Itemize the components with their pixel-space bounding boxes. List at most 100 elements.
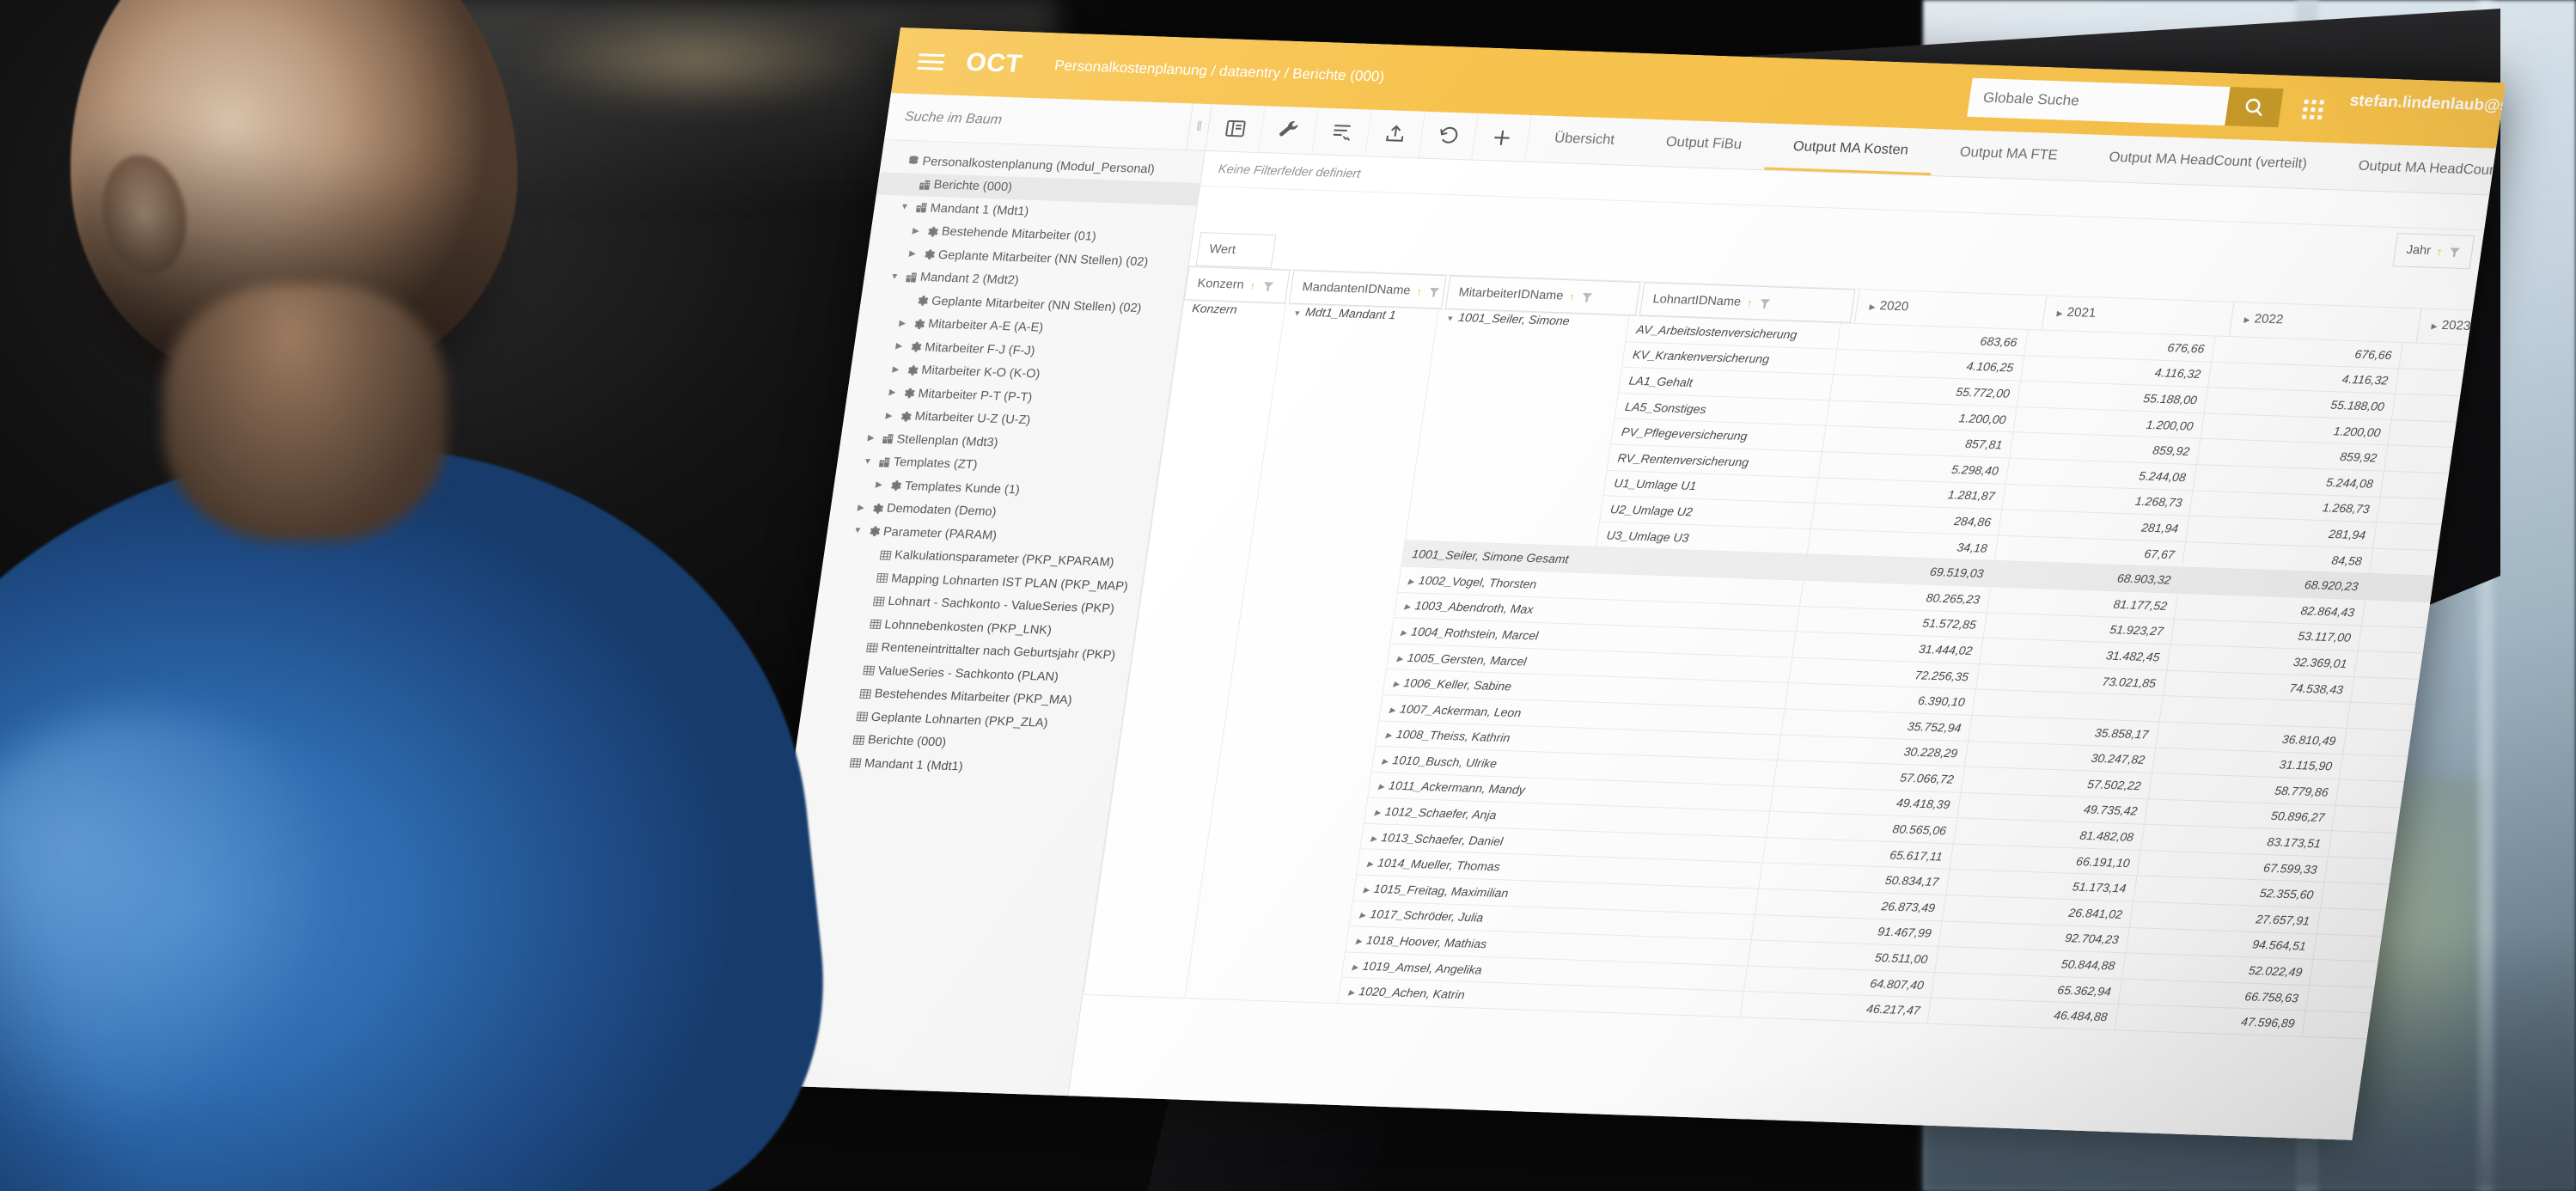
value-cell[interactable]: 27.65 — [2504, 914, 2506, 947]
report-button[interactable] — [1206, 104, 1266, 153]
chevron-right-icon[interactable]: ▶ — [885, 388, 900, 398]
chevron-down-icon[interactable]: ▼ — [887, 272, 902, 281]
search-input[interactable] — [1966, 77, 2231, 126]
caret-placeholder — [845, 669, 859, 670]
expand-row-icon[interactable]: ▶ — [1407, 577, 1414, 585]
expand-row-icon[interactable]: ▶ — [1400, 628, 1407, 637]
tab-output-fibu[interactable]: Output FiBu — [1637, 119, 1771, 169]
expand-row-icon[interactable]: ▶ — [1359, 911, 1366, 919]
chevron-right-icon[interactable]: ▶ — [905, 249, 920, 259]
expand-row-icon[interactable]: ▼ — [1293, 308, 1302, 317]
year-column-header[interactable]: ▶ 2021 — [2041, 296, 2234, 337]
expand-row-icon[interactable]: ▶ — [1393, 680, 1400, 688]
mitarbeiter-cell[interactable]: ▼ 1001_Seiler, Simone — [1405, 308, 1630, 547]
tree-node-label: Geplante Mitarbeiter (NN Stellen) (02) — [931, 294, 1143, 315]
expand-row-icon[interactable]: ▶ — [1352, 962, 1358, 971]
chevron-right-icon[interactable]: ▶ — [871, 480, 887, 490]
value-cell[interactable]: 47.59 — [2488, 1017, 2506, 1050]
year-column-header[interactable]: ▶ 2020 — [1853, 289, 2047, 330]
tab-output-ma-kosten[interactable]: Output MA Kosten — [1763, 123, 1938, 176]
chevron-down-icon[interactable]: ▼ — [860, 456, 876, 467]
axis-chip-mandantenidname[interactable]: MandantenIDName ↑ — [1288, 270, 1447, 309]
sort-ascending-icon[interactable]: ↑ — [1415, 284, 1423, 297]
pivot-grid[interactable]: Konzern ▼ Mdt1_Mandant 1 ▼ 1001_Seiler, Simo… — [1083, 300, 2506, 1050]
mitarbeiter-label: 1001_Seiler, Simone — [1457, 310, 1571, 328]
tab-output-ma-headcount-verteilt[interactable]: Output MA HeadCount (verteilt) — [2080, 134, 2336, 189]
year-column-header[interactable]: ▶ 2022 — [2228, 302, 2421, 343]
selection-button[interactable] — [1312, 107, 1372, 156]
chevron-down-icon[interactable]: ▼ — [897, 203, 913, 212]
filter-button[interactable] — [1580, 290, 1595, 303]
axis-chip-mitarbeiteridname[interactable]: MitarbeiterIDName ↑ — [1444, 275, 1641, 316]
employee-label: 1010_Busch, Ulrike — [1391, 753, 1499, 771]
tree-node-label: Mitarbeiter F-J (F-J) — [924, 340, 1036, 358]
table-icon — [858, 664, 879, 677]
filter-button[interactable] — [2447, 245, 2462, 258]
history-button[interactable] — [1419, 111, 1479, 160]
value-cell[interactable]: 52.02 — [2496, 966, 2506, 999]
oct-application: OCT Personalkostenplanung / dataentry / … — [747, 27, 2506, 1140]
chevron-right-icon[interactable]: ▶ — [894, 319, 910, 328]
chevron-right-icon[interactable]: ▶ — [892, 342, 907, 351]
app-grid-icon[interactable] — [2301, 99, 2324, 119]
employee-label: 1004_Rothstein, Marcel — [1410, 624, 1540, 643]
caret-placeholder — [858, 577, 872, 578]
person-neck — [163, 284, 447, 541]
tab-label: Output FiBu — [1664, 133, 1743, 152]
expand-row-icon[interactable]: ▶ — [1370, 834, 1377, 843]
axis-chip-jahr[interactable]: Jahr ↑ — [2392, 233, 2475, 270]
expand-column-icon[interactable]: ▶ — [1869, 302, 1876, 311]
chevron-right-icon[interactable]: ▶ — [864, 434, 879, 443]
expand-row-icon[interactable]: ▶ — [1366, 860, 1373, 869]
export-button[interactable] — [1365, 109, 1425, 158]
expand-row-icon[interactable]: ▶ — [1396, 654, 1403, 663]
sort-ascending-icon[interactable]: ↑ — [2436, 245, 2444, 258]
filter-button[interactable] — [1427, 285, 1442, 298]
chevron-right-icon[interactable]: ▶ — [888, 364, 904, 375]
chevron-down-icon[interactable]: ▼ — [850, 526, 865, 535]
filter-button[interactable] — [1757, 296, 1772, 309]
sort-ascending-icon[interactable]: ↑ — [1746, 296, 1754, 309]
value-chip[interactable]: Wert — [1195, 232, 1277, 269]
expand-row-icon[interactable]: ▶ — [1348, 988, 1355, 997]
filter-button[interactable] — [1261, 279, 1275, 292]
expand-row-icon[interactable]: ▶ — [1385, 731, 1392, 740]
value-cell[interactable]: 47.596,89 — [2301, 1011, 2494, 1043]
tab-bersicht[interactable]: Übersicht — [1525, 115, 1644, 165]
tab-output-ma-headcount[interactable]: Output MA HeadCount — [2329, 143, 2506, 196]
value-cell[interactable]: 46.217,47 — [1739, 991, 1932, 1024]
photo-scene: OCT Personalkostenplanung / dataentry / … — [0, 0, 2576, 1191]
expand-column-icon[interactable]: ▶ — [2243, 315, 2250, 324]
expand-column-icon[interactable]: ▶ — [2431, 322, 2438, 331]
expand-row-icon[interactable]: ▶ — [1377, 783, 1384, 791]
sort-ascending-icon[interactable]: ↑ — [1249, 279, 1257, 292]
collapse-row-icon[interactable]: ▼ — [1446, 315, 1455, 323]
expand-row-icon[interactable]: ▶ — [1382, 757, 1389, 766]
add-button[interactable] — [1472, 113, 1532, 162]
chevron-right-icon[interactable]: ▶ — [853, 503, 869, 512]
user-info[interactable]: stefan.lindenlaub@saxess-soft App 5.8.1 — [2346, 92, 2506, 137]
hamburger-menu-icon[interactable] — [916, 49, 945, 74]
tab-output-ma-fte[interactable]: Output MA FTE — [1931, 129, 2087, 180]
app-logo[interactable]: OCT — [964, 48, 1024, 78]
expand-row-icon[interactable]: ▶ — [1355, 937, 1362, 945]
value-cell[interactable]: 94.56 — [2500, 940, 2506, 973]
sort-ascending-icon[interactable]: ↑ — [1568, 290, 1576, 303]
tree-search-input[interactable] — [903, 109, 1147, 133]
chevron-right-icon[interactable]: ▶ — [882, 411, 897, 420]
value-cell[interactable]: 66.75 — [2493, 992, 2506, 1024]
expand-row-icon[interactable]: ▶ — [1389, 705, 1395, 714]
table-icon — [852, 710, 872, 723]
value-cell[interactable]: 47.596,89 — [2114, 1004, 2306, 1037]
search-button[interactable] — [2224, 87, 2284, 128]
pivot-table[interactable]: Jahr↑Monat↑ Wert Konzern↑MandantenIDName… — [1067, 186, 2506, 1140]
expand-row-icon[interactable]: ▶ — [1374, 809, 1381, 817]
axis-chip-konzern[interactable]: Konzern ↑ — [1183, 266, 1291, 304]
chevron-right-icon[interactable]: ▶ — [908, 226, 924, 235]
value-cell[interactable]: 46.484,88 — [1926, 998, 2119, 1030]
tree-node-label: Lohnnebenkosten (PKP_LNK) — [883, 618, 1053, 638]
settings-button[interactable] — [1259, 106, 1319, 155]
expand-column-icon[interactable]: ▶ — [2056, 309, 2063, 318]
expand-row-icon[interactable]: ▶ — [1363, 885, 1370, 894]
expand-row-icon[interactable]: ▶ — [1404, 602, 1411, 611]
